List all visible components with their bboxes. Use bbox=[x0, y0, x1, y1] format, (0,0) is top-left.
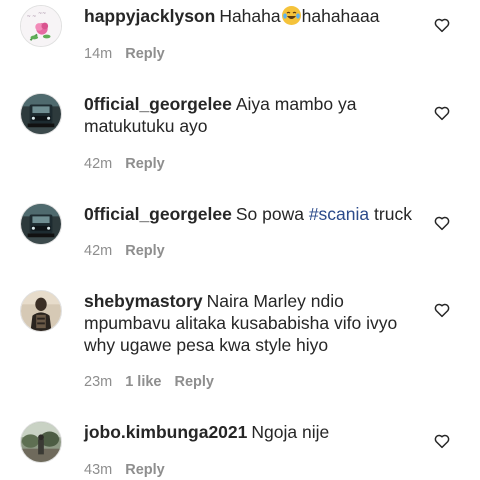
avatar[interactable]: ~ ~ ~~ bbox=[20, 5, 62, 47]
comment-text: jobo.kimbunga2021 Ngoja nije bbox=[84, 421, 419, 443]
face-with-tears-of-joy-icon bbox=[281, 6, 301, 25]
reply-button[interactable]: Reply bbox=[125, 462, 165, 478]
comment-text-part: So powa bbox=[235, 204, 309, 224]
comment-text-part: hahahaaa bbox=[301, 6, 380, 26]
avatar[interactable] bbox=[20, 93, 62, 135]
likes-count-button[interactable]: 1 like bbox=[125, 374, 161, 390]
comment-text-part: Ngoja nije bbox=[251, 422, 330, 442]
heart-outline-icon[interactable] bbox=[433, 16, 451, 34]
comment-meta: 42m Reply bbox=[84, 243, 178, 259]
svg-text:~~: ~~ bbox=[38, 12, 46, 17]
comment-text-part: Hahaha bbox=[219, 6, 281, 26]
comment-username[interactable]: 0fficial_georgelee bbox=[84, 204, 232, 224]
reply-button[interactable]: Reply bbox=[125, 156, 165, 172]
avatar[interactable] bbox=[20, 290, 62, 332]
comment-time: 42m bbox=[84, 243, 113, 259]
comment-meta: 42m Reply bbox=[84, 156, 178, 172]
avatar[interactable] bbox=[20, 203, 62, 245]
comment-time: 23m bbox=[84, 374, 113, 390]
comment-time: 14m bbox=[84, 46, 113, 62]
comment-text-part: truck bbox=[369, 204, 412, 224]
comment-meta: 43m Reply bbox=[84, 462, 178, 478]
comment-username[interactable]: happyjacklyson bbox=[84, 6, 215, 26]
hashtag-link[interactable]: #scania bbox=[309, 204, 369, 224]
comment-text: 0fficial_georgelee So powa #scania truck bbox=[84, 203, 419, 225]
comment-username[interactable]: jobo.kimbunga2021 bbox=[84, 422, 247, 442]
svg-text:~ ~: ~ ~ bbox=[27, 14, 36, 19]
comment-time: 42m bbox=[84, 156, 113, 172]
avatar[interactable] bbox=[20, 421, 62, 463]
heart-outline-icon[interactable] bbox=[433, 214, 451, 232]
reply-button[interactable]: Reply bbox=[125, 243, 165, 259]
reply-button[interactable]: Reply bbox=[125, 46, 165, 62]
comment-meta: 14m Reply bbox=[84, 46, 178, 62]
comment-text: happyjacklyson Hahaha hahahaaa bbox=[84, 5, 419, 27]
heart-outline-icon[interactable] bbox=[433, 301, 451, 319]
comment-username[interactable]: shebymastory bbox=[84, 291, 203, 311]
reply-button[interactable]: Reply bbox=[175, 374, 215, 390]
heart-outline-icon[interactable] bbox=[433, 104, 451, 122]
comment-meta: 23m 1 like Reply bbox=[84, 374, 227, 390]
heart-outline-icon[interactable] bbox=[433, 432, 451, 450]
comment-time: 43m bbox=[84, 462, 113, 478]
comment-text: shebymastory Naira Marley ndio mpumbavu a… bbox=[84, 290, 419, 356]
comment-username[interactable]: 0fficial_georgelee bbox=[84, 94, 232, 114]
comment-text: 0fficial_georgelee Aiya mambo ya matukutu… bbox=[84, 93, 419, 137]
